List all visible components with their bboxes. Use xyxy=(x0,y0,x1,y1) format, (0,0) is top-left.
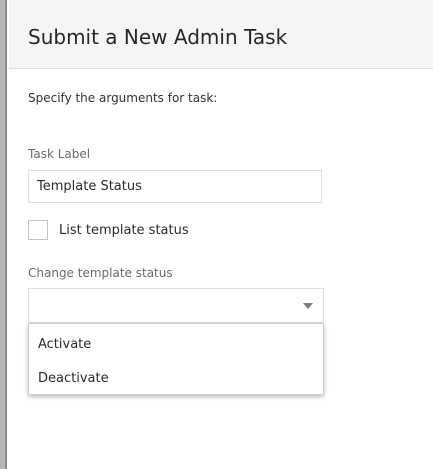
chevron-down-icon[interactable] xyxy=(302,301,314,311)
dialog-header: Submit a New Admin Task xyxy=(9,0,433,69)
option-deactivate[interactable]: Deactivate xyxy=(29,362,323,394)
dropdown-options-list: Activate Deactivate xyxy=(28,323,324,395)
task-label-input[interactable] xyxy=(28,170,322,203)
list-template-status-label[interactable]: List template status xyxy=(59,223,189,238)
option-deactivate-label[interactable]: Deactivate xyxy=(38,371,109,386)
option-activate-label[interactable]: Activate xyxy=(38,337,91,352)
change-template-status-select[interactable] xyxy=(28,288,324,323)
list-template-status-row[interactable]: List template status xyxy=(28,220,288,242)
dialog-title: Submit a New Admin Task xyxy=(28,25,288,49)
admin-task-dialog: Submit a New Admin Task Specify the argu… xyxy=(0,0,433,469)
task-label-caption: Task Label xyxy=(28,147,91,161)
option-activate[interactable]: Activate xyxy=(29,328,323,360)
instructions-text: Specify the arguments for task: xyxy=(28,91,218,105)
window-left-border-edge xyxy=(5,0,7,469)
list-template-status-checkbox[interactable] xyxy=(28,220,48,240)
change-template-status-caption: Change template status xyxy=(28,266,173,280)
